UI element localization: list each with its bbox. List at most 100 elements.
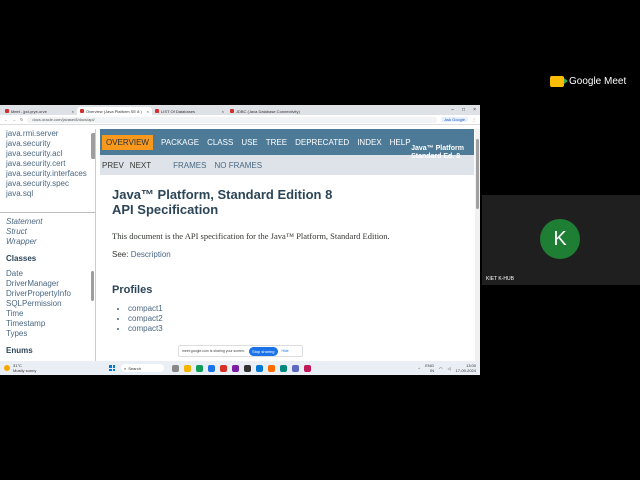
avatar: K bbox=[540, 219, 580, 259]
page-description: This document is the API specification f… bbox=[112, 231, 390, 241]
nav-index[interactable]: INDEX bbox=[357, 138, 381, 147]
app-icon[interactable] bbox=[280, 364, 287, 372]
classes-heading: Classes bbox=[6, 254, 37, 263]
back-icon[interactable]: ← bbox=[4, 117, 8, 122]
browser-tab-meet[interactable]: Meet - jpd-yrye-orve × bbox=[2, 107, 77, 115]
frames-link[interactable]: FRAMES bbox=[173, 161, 206, 170]
next-link[interactable]: NEXT bbox=[130, 161, 151, 170]
profiles-heading: Profiles bbox=[112, 284, 153, 296]
nav-help[interactable]: HELP bbox=[390, 138, 411, 147]
meet-brand-label: Google Meet bbox=[569, 76, 627, 87]
package-link[interactable]: java.security.interfaces bbox=[0, 169, 95, 179]
no-frames-link[interactable]: NO FRAMES bbox=[214, 161, 262, 170]
browser-tab-overview[interactable]: Overview (Java Platform SE 8 ) × bbox=[77, 107, 152, 115]
nav-class[interactable]: CLASS bbox=[207, 138, 233, 147]
taskbar-clock[interactable]: 13:00 17-09-2024 bbox=[456, 363, 476, 373]
profiles-list: compact1 compact2 compact3 bbox=[128, 304, 474, 334]
class-link[interactable]: DriverManager bbox=[0, 279, 95, 289]
taskbar-search[interactable]: ⌕ Search bbox=[121, 364, 164, 372]
interface-link[interactable]: Wrapper bbox=[0, 237, 95, 247]
participant-tile[interactable]: K KIET K-HUB bbox=[482, 195, 640, 285]
class-link[interactable]: Time bbox=[0, 309, 95, 319]
file-explorer-icon[interactable] bbox=[184, 364, 191, 372]
address-bar: ← → ↻ docs.oracle.com/javase/8/docs/api/… bbox=[0, 115, 480, 125]
sun-icon bbox=[4, 365, 10, 371]
google-meet-logo: Google Meet bbox=[550, 76, 626, 87]
overview-frame: OVERVIEW PACKAGE CLASS USE TREE DEPRECAT… bbox=[100, 129, 474, 361]
see-line: See: Description bbox=[112, 250, 171, 259]
maximize-icon[interactable]: □ bbox=[462, 107, 465, 113]
close-tab-icon[interactable]: × bbox=[72, 109, 74, 114]
app-icon[interactable] bbox=[268, 364, 275, 372]
package-link[interactable]: java.sql bbox=[0, 189, 95, 199]
class-list-frame: Statement Struct Wrapper Classes Date Dr… bbox=[0, 213, 96, 361]
app-icon[interactable] bbox=[304, 364, 311, 372]
meet-camera-icon bbox=[550, 76, 568, 87]
forward-icon[interactable]: → bbox=[12, 117, 16, 122]
app-icon[interactable] bbox=[256, 364, 263, 372]
minimize-icon[interactable]: – bbox=[451, 107, 454, 113]
stop-sharing-button[interactable]: Stop sharing bbox=[249, 346, 278, 356]
volume-icon[interactable]: ◁ bbox=[447, 366, 450, 371]
weather-widget[interactable]: 31°C Mostly sunny bbox=[0, 363, 99, 373]
prev-link[interactable]: PREV bbox=[102, 161, 124, 170]
search-icon: ⌕ bbox=[124, 365, 127, 371]
app-icon[interactable] bbox=[232, 364, 239, 372]
class-link[interactable]: Date bbox=[0, 269, 95, 279]
wifi-icon[interactable]: ◠ bbox=[439, 366, 443, 371]
browser-tab-databases[interactable]: LIST Of Databases × bbox=[152, 107, 227, 115]
class-link[interactable]: SQLPermission bbox=[0, 299, 95, 309]
taskbar-apps bbox=[172, 364, 311, 372]
enums-heading: Enums bbox=[6, 346, 33, 355]
app-icon[interactable] bbox=[244, 364, 251, 372]
interface-link[interactable]: Struct bbox=[0, 227, 95, 237]
page-content: java.rmi.server java.security java.secur… bbox=[0, 129, 480, 361]
url-input[interactable]: docs.oracle.com/javase/8/docs/api/ bbox=[27, 116, 438, 123]
reload-icon[interactable]: ↻ bbox=[20, 117, 23, 122]
package-link[interactable]: java.security.acl bbox=[0, 149, 95, 159]
tab-favicon-icon bbox=[80, 109, 84, 113]
profile-link[interactable]: compact2 bbox=[128, 314, 474, 324]
nav-overview[interactable]: OVERVIEW bbox=[102, 134, 153, 150]
tab-favicon-icon bbox=[5, 109, 9, 113]
main-scrollbar[interactable] bbox=[475, 129, 480, 361]
class-link[interactable]: DriverPropertyInfo bbox=[0, 289, 95, 299]
close-window-icon[interactable]: × bbox=[473, 107, 476, 113]
browser-tab-jdbc[interactable]: JDBC (Java Database Connectivity)× bbox=[227, 107, 302, 115]
windows-start-icon[interactable] bbox=[109, 365, 115, 371]
nav-deprecated[interactable]: DEPRECATED bbox=[295, 138, 349, 147]
language-indicator[interactable]: ENG IN bbox=[425, 363, 434, 373]
profile-link[interactable]: compact1 bbox=[128, 304, 474, 314]
edge-icon[interactable] bbox=[208, 364, 215, 372]
chrome-icon[interactable] bbox=[196, 364, 203, 372]
nav-tree[interactable]: TREE bbox=[266, 138, 287, 147]
ask-google-button[interactable]: Ask Google bbox=[441, 117, 468, 122]
task-view-icon[interactable] bbox=[172, 364, 179, 372]
nav-package[interactable]: PACKAGE bbox=[161, 138, 199, 147]
app-icon[interactable] bbox=[220, 364, 227, 372]
package-link[interactable]: java.security.spec bbox=[0, 179, 95, 189]
window-controls: – □ × bbox=[451, 105, 480, 115]
package-link[interactable]: java.security bbox=[0, 139, 95, 149]
close-tab-icon[interactable]: × bbox=[147, 109, 149, 114]
app-icon[interactable] bbox=[292, 364, 299, 372]
description-link[interactable]: Description bbox=[131, 250, 171, 259]
class-link[interactable]: Types bbox=[0, 329, 95, 339]
platform-brand: Java™ Platform Standard Ed. 8 bbox=[411, 145, 464, 160]
profile-link[interactable]: compact3 bbox=[128, 324, 474, 334]
menu-icon[interactable]: ⋮ bbox=[472, 117, 476, 122]
class-list-scrollbar[interactable] bbox=[91, 271, 94, 301]
package-link[interactable]: java.security.cert bbox=[0, 159, 95, 169]
tray-chevron-icon[interactable]: ^ bbox=[418, 366, 420, 371]
system-tray: ^ ENG IN ◠ ◁ 13:00 17-09-2024 bbox=[418, 363, 480, 373]
tab-favicon-icon bbox=[230, 109, 234, 113]
close-tab-icon[interactable]: × bbox=[222, 109, 224, 114]
interface-link[interactable]: Statement bbox=[0, 217, 95, 227]
top-navbar: OVERVIEW PACKAGE CLASS USE TREE DEPRECAT… bbox=[100, 129, 474, 160]
package-list-scrollbar[interactable] bbox=[91, 133, 95, 159]
package-link[interactable]: java.rmi.server bbox=[0, 129, 95, 139]
class-link[interactable]: Timestamp bbox=[0, 319, 95, 329]
hide-button[interactable]: Hide bbox=[282, 349, 289, 353]
nav-use[interactable]: USE bbox=[241, 138, 257, 147]
tab-favicon-icon bbox=[155, 109, 159, 113]
